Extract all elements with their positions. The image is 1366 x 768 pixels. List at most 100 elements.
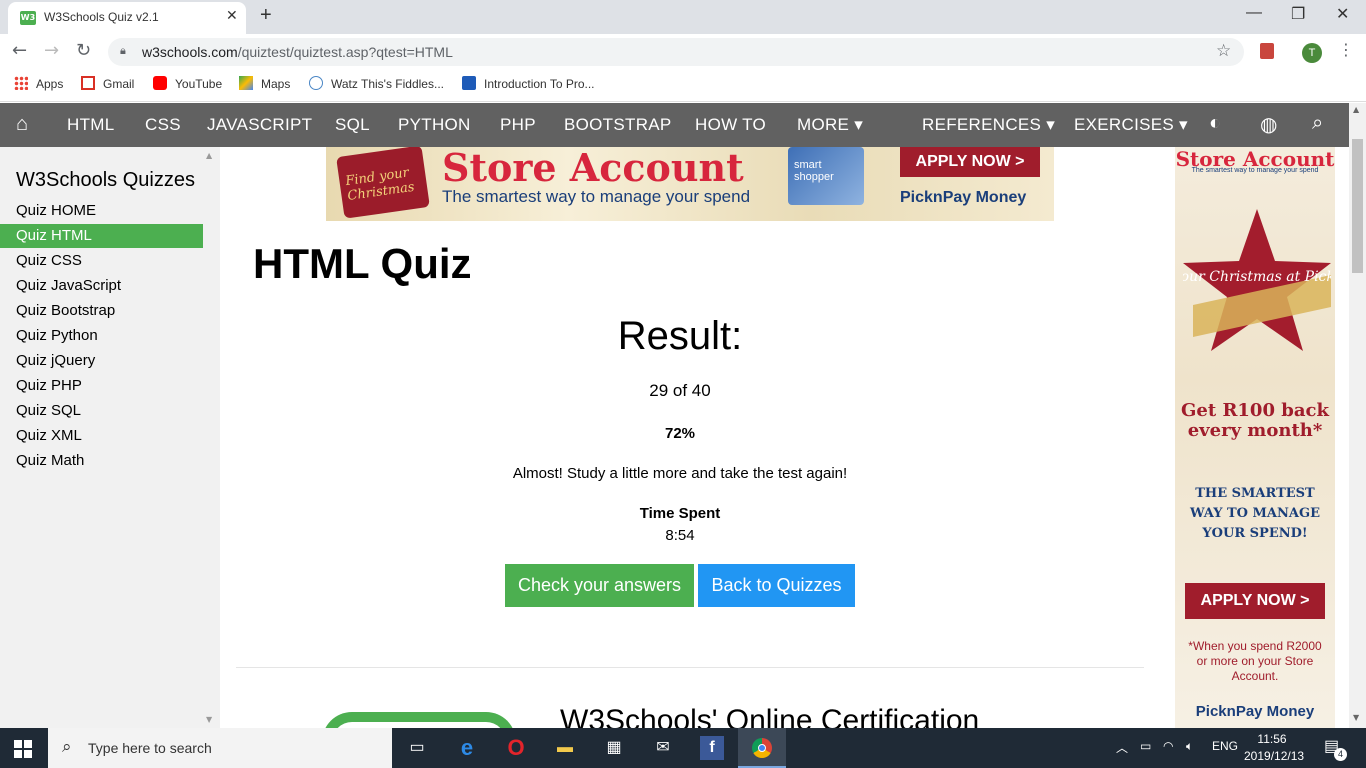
new-tab-button[interactable]: +	[260, 4, 272, 27]
maps-icon	[239, 76, 253, 90]
percent-text: 72%	[664, 425, 696, 442]
tab-close-icon[interactable]: ✕	[226, 8, 238, 24]
language-indicator[interactable]: ENG	[1212, 739, 1238, 753]
nav-how-to[interactable]: HOW TO	[695, 115, 766, 135]
sidebar-title: W3Schools Quizzes	[16, 169, 195, 191]
facebook-icon[interactable]: f	[700, 736, 724, 760]
tray-expand-icon[interactable]: ︿	[1116, 739, 1128, 756]
browser-menu-icon[interactable]: ⋮	[1338, 40, 1354, 59]
url-text[interactable]: w3schools.com/quiztest/quiztest.asp?qtes…	[142, 44, 453, 60]
reload-icon[interactable]: ↻	[76, 40, 91, 61]
bookmark-maps[interactable]: Maps	[239, 76, 290, 91]
forward-arrow-icon[interactable]: →	[44, 40, 59, 61]
home-icon[interactable]: ⌂	[16, 113, 28, 136]
window-close-icon[interactable]: ✕	[1336, 4, 1349, 24]
bookmark-star-icon[interactable]: ☆	[1216, 41, 1231, 61]
pdf-extension-icon[interactable]	[1260, 43, 1274, 59]
banner-ad[interactable]: Find your Christmas Store Account The sm…	[326, 147, 1054, 221]
theme-toggle-icon[interactable]: ◐	[1209, 112, 1221, 135]
tab-title: W3Schools Quiz v2.1	[44, 10, 159, 24]
taskbar-clock[interactable]: 11:56 2019/12/13	[1244, 731, 1305, 765]
nav-more[interactable]: MORE ▾	[797, 115, 863, 135]
chrome-icon-center	[758, 744, 766, 752]
minimize-icon[interactable]: —	[1246, 4, 1262, 22]
profile-card-icon	[462, 76, 476, 90]
sidebar-item-quiz-home[interactable]: Quiz HOME	[0, 199, 203, 223]
sidebar-item-quiz-xml[interactable]: Quiz XML	[0, 424, 203, 448]
sidebar-scroll-down-icon[interactable]: ▼	[206, 715, 212, 724]
side-ad-tagline: THE SMARTEST WAY TO MANAGE YOUR SPEND!	[1190, 486, 1320, 541]
nav-javascript[interactable]: JAVASCRIPT	[207, 115, 312, 135]
side-ad-note: *When you spend R2000 or more on your St…	[1188, 639, 1322, 683]
back-arrow-icon[interactable]: ←	[12, 40, 27, 61]
apps-grid-icon	[14, 76, 28, 90]
profile-avatar[interactable]: T	[1302, 43, 1322, 63]
volume-icon[interactable]: 🔈︎	[1186, 739, 1193, 754]
time-spent-label: Time Spent	[639, 505, 721, 522]
sidebar-item-quiz-css[interactable]: Quiz CSS	[0, 249, 203, 273]
page-scroll-thumb[interactable]	[1352, 139, 1363, 273]
globe-icon[interactable]: ◍	[1260, 112, 1278, 137]
sidebar-item-quiz-javascript[interactable]: Quiz JavaScript	[0, 274, 203, 298]
clock-time: 11:56	[1257, 732, 1287, 746]
nav-references[interactable]: REFERENCES ▾	[922, 115, 1055, 135]
back-to-quizzes-button[interactable]: Back to Quizzes	[698, 564, 855, 607]
banner-apply-button[interactable]: APPLY NOW >	[900, 147, 1040, 177]
bookmark-introduction[interactable]: Introduction To Pro...	[462, 76, 595, 91]
side-ad-apply-button[interactable]: APPLY NOW >	[1185, 583, 1325, 619]
christmas-star-image: Find your Christmas at Pick n Pay	[1183, 209, 1331, 351]
scroll-down-icon[interactable]: ▼	[1353, 713, 1359, 722]
mail-icon[interactable]: ✉	[651, 736, 675, 760]
sidebar-item-quiz-math[interactable]: Quiz Math	[0, 449, 203, 473]
opera-icon[interactable]: O	[504, 736, 528, 760]
cloud-icon	[309, 76, 323, 90]
sidebar-item-quiz-python[interactable]: Quiz Python	[0, 324, 203, 348]
search-icon: ⌕	[62, 737, 72, 757]
nav-php[interactable]: PHP	[500, 115, 536, 135]
result-message: Almost! Study a little more and take the…	[512, 465, 848, 482]
time-spent-value: 8:54	[665, 527, 695, 544]
banner-headline: Store Account	[442, 147, 744, 190]
side-ad-offer: Get R100 back every month*	[1181, 400, 1329, 441]
clock-date: 2019/12/13	[1244, 749, 1305, 763]
sidebar-item-quiz-php[interactable]: Quiz PHP	[0, 374, 203, 398]
sidebar-item-quiz-sql[interactable]: Quiz SQL	[0, 399, 203, 423]
battery-icon[interactable]: ▭	[1140, 739, 1151, 753]
nav-exercises[interactable]: EXERCISES ▾	[1074, 115, 1188, 135]
sidebar-item-quiz-html[interactable]: Quiz HTML	[0, 224, 203, 248]
nav-bootstrap[interactable]: BOOTSTRAP	[564, 115, 672, 135]
taskbar-search-box[interactable]: ⌕ Type here to search	[48, 728, 392, 768]
bookmark-apps[interactable]: Apps	[14, 76, 63, 91]
side-star-text: Find your Christmas at Pick n Pay	[1183, 269, 1331, 285]
edge-icon[interactable]: e	[455, 736, 479, 760]
sidebar-scroll-up-icon[interactable]: ▲	[206, 151, 212, 160]
file-explorer-icon[interactable]: ▬	[553, 736, 577, 760]
browser-tab-bar: W3 W3Schools Quiz v2.1 ✕ + — ❐ ✕	[0, 0, 1366, 34]
bookmark-youtube[interactable]: YouTube	[153, 76, 222, 91]
scroll-up-icon[interactable]: ▲	[1353, 105, 1359, 114]
nav-html[interactable]: HTML	[67, 115, 114, 135]
side-ad[interactable]: Store Account The smartest way to manage…	[1175, 147, 1335, 728]
notification-count-badge: 4	[1334, 748, 1347, 761]
browser-tab[interactable]: W3 W3Schools Quiz v2.1 ✕	[8, 2, 246, 34]
content-divider	[236, 667, 1144, 668]
bookmark-gmail[interactable]: Gmail	[81, 76, 134, 91]
address-bar[interactable]: 🔒︎ w3schools.com/quiztest/quiztest.asp?q…	[108, 38, 1244, 66]
windows-taskbar: ⌕ Type here to search ▭ e O ▬ ▦ ✉ f ︿ ▭ …	[0, 728, 1366, 768]
wifi-icon[interactable]: ◠	[1163, 739, 1173, 753]
nav-sql[interactable]: SQL	[335, 115, 370, 135]
sidebar-item-quiz-jquery[interactable]: Quiz jQuery	[0, 349, 203, 373]
check-answers-button[interactable]: Check your answers	[505, 564, 694, 607]
nav-python[interactable]: PYTHON	[398, 115, 471, 135]
page-scrollbar[interactable]: ▲ ▼	[1349, 103, 1366, 728]
taskbar-search-placeholder: Type here to search	[88, 740, 212, 756]
bookmark-fiddles[interactable]: Watz This's Fiddles...	[309, 76, 444, 91]
nav-css[interactable]: CSS	[145, 115, 181, 135]
maximize-icon[interactable]: ❐	[1291, 4, 1305, 24]
search-icon[interactable]: ⌕	[1312, 112, 1324, 135]
windows-start-icon[interactable]	[14, 740, 32, 758]
task-view-icon[interactable]: ▭	[405, 736, 429, 760]
store-icon[interactable]: ▦	[602, 736, 626, 760]
chrome-taskbar-button[interactable]	[738, 728, 786, 768]
sidebar-item-quiz-bootstrap[interactable]: Quiz Bootstrap	[0, 299, 203, 323]
